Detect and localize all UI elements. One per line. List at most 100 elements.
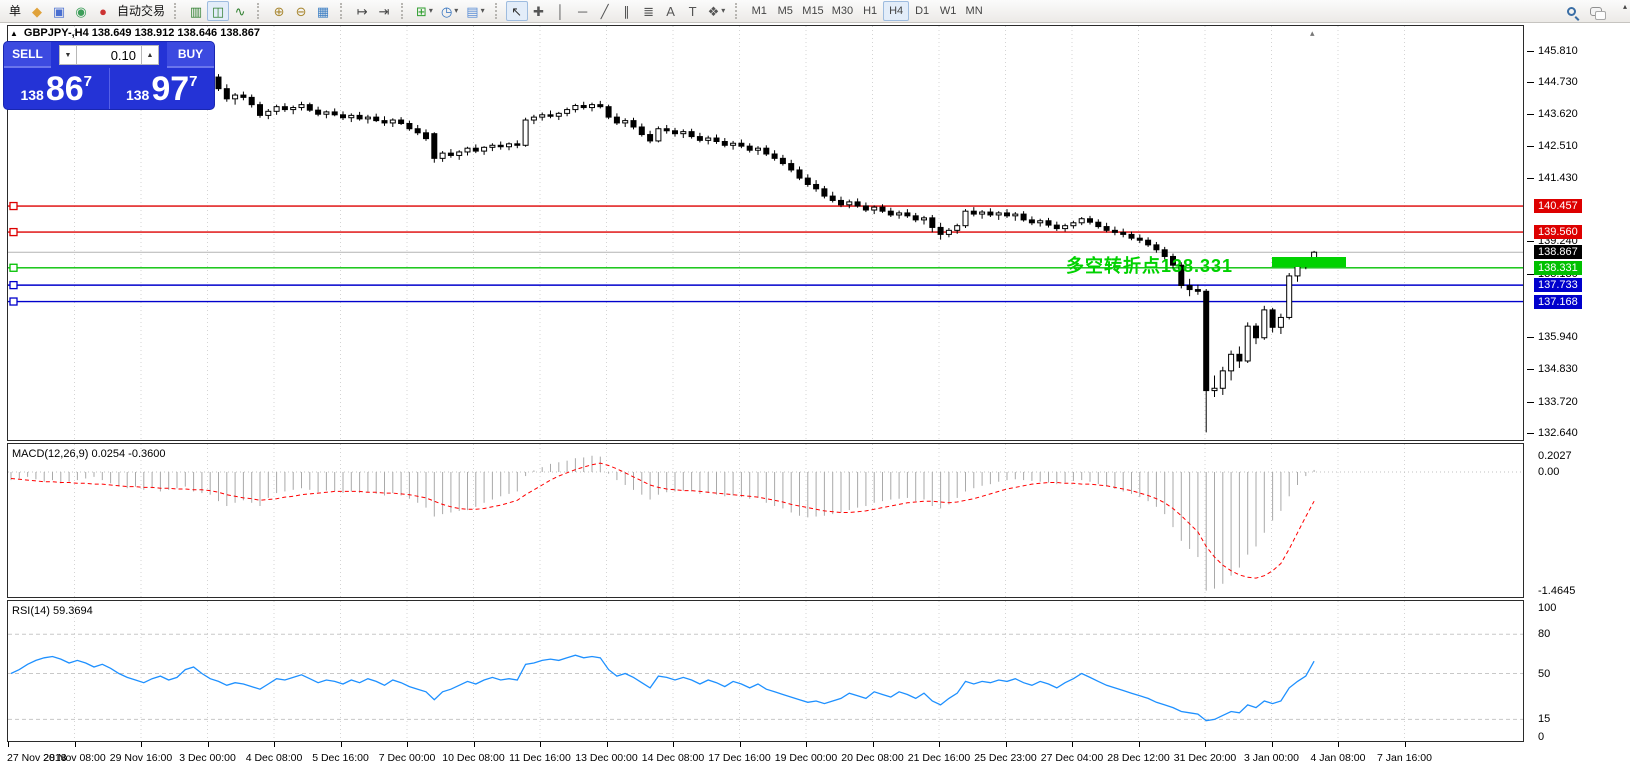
zoom-in-icon[interactable]: ⊕ bbox=[268, 1, 290, 21]
macd-panel[interactable]: MACD(12,26,9) 0.0254 -0.3600 bbox=[7, 443, 1524, 598]
volume-group: ▼ ▲ bbox=[51, 42, 167, 68]
autotrading-icon[interactable]: ● bbox=[92, 1, 114, 21]
candle-body bbox=[980, 212, 985, 214]
time-tick-mark bbox=[274, 742, 275, 747]
candle-body bbox=[341, 115, 346, 118]
volume-increase-button[interactable]: ▲ bbox=[141, 45, 159, 65]
price-tick-mark bbox=[1527, 82, 1534, 83]
trendline-icon[interactable]: ╱ bbox=[594, 1, 616, 21]
price-tick-mark bbox=[1527, 51, 1534, 52]
candle-body bbox=[1195, 290, 1200, 292]
annotation-box bbox=[1272, 257, 1346, 267]
text-icon[interactable]: A bbox=[660, 1, 682, 21]
candle-body bbox=[1029, 220, 1034, 223]
timeframe-m5[interactable]: M5 bbox=[772, 1, 798, 21]
candle-body bbox=[631, 121, 636, 127]
chart-window-icon[interactable]: ▣ bbox=[48, 1, 70, 21]
line-anchor-marker bbox=[10, 298, 17, 305]
rsi-chart[interactable] bbox=[8, 601, 1523, 741]
buy-price-big: 97 bbox=[151, 71, 189, 107]
timeframe-h1[interactable]: H1 bbox=[857, 1, 883, 21]
time-axis[interactable]: 27 Nov 201828 Nov 08:0029 Nov 16:003 Dec… bbox=[7, 742, 1524, 771]
new-order-icon[interactable]: ◆ bbox=[26, 1, 48, 21]
vertical-line-icon[interactable]: │ bbox=[550, 1, 572, 21]
timeframe-mn[interactable]: MN bbox=[961, 1, 987, 21]
price-line-label: 139.560 bbox=[1534, 225, 1582, 239]
price-tick-mark bbox=[1527, 337, 1534, 338]
volume-decrease-button[interactable]: ▼ bbox=[59, 45, 77, 65]
fibonacci-icon[interactable]: ≣ bbox=[638, 1, 660, 21]
candle-body bbox=[623, 121, 628, 123]
candle-body bbox=[531, 117, 536, 120]
candle-body bbox=[365, 117, 370, 119]
symbol-info-line: ▲ GBPJPY-,H4 138.649 138.912 138.646 138… bbox=[10, 27, 260, 39]
candle-body bbox=[731, 143, 736, 145]
channel-icon[interactable]: ∥ bbox=[616, 1, 638, 21]
timeframe-m30[interactable]: M30 bbox=[828, 1, 857, 21]
rsi-line bbox=[11, 655, 1314, 721]
time-tick-mark bbox=[208, 742, 209, 747]
arrows-icon[interactable]: ❖▾ bbox=[704, 1, 730, 21]
price-axis[interactable]: 145.810144.730143.620142.510141.430139.2… bbox=[1524, 25, 1630, 771]
tile-windows-icon[interactable]: ▦ bbox=[312, 1, 334, 21]
collapse-panel-icon[interactable]: ▲ bbox=[10, 29, 18, 38]
periods-icon-dropdown[interactable]: ▾ bbox=[454, 7, 458, 15]
candlestick-chart-icon[interactable]: ◫ bbox=[207, 1, 229, 21]
horizontal-line-icon[interactable]: ─ bbox=[572, 1, 594, 21]
cursor-icon[interactable]: ↖ bbox=[506, 1, 528, 21]
bar-chart-icon[interactable]: ▥ bbox=[185, 1, 207, 21]
candle-body bbox=[1146, 240, 1151, 245]
rsi-axis-label: 0 bbox=[1538, 731, 1544, 743]
time-tick-mark bbox=[740, 742, 741, 747]
time-tick-label: 7 Jan 16:00 bbox=[1365, 752, 1445, 764]
candle-body bbox=[855, 202, 860, 206]
candle-body bbox=[540, 115, 545, 117]
templates-icon[interactable]: ▤▾ bbox=[462, 1, 488, 21]
timeframe-h4[interactable]: H4 bbox=[883, 1, 909, 21]
candle-body bbox=[473, 148, 478, 151]
candle-body bbox=[565, 110, 570, 114]
sell-button[interactable]: SELL bbox=[4, 42, 51, 68]
indicators-icon[interactable]: ⊞▾ bbox=[412, 1, 437, 21]
price-chart-panel[interactable]: ▴ bbox=[7, 25, 1524, 441]
periods-icon[interactable]: ◷▾ bbox=[437, 1, 462, 21]
timeframe-d1[interactable]: D1 bbox=[909, 1, 935, 21]
rsi-panel[interactable]: RSI(14) 59.3694 bbox=[7, 600, 1524, 742]
candle-body bbox=[872, 207, 877, 210]
volume-input[interactable] bbox=[77, 45, 141, 65]
candle-body bbox=[772, 154, 777, 158]
crosshair-icon[interactable]: ✚ bbox=[528, 1, 550, 21]
candle-body bbox=[316, 110, 321, 114]
macd-chart[interactable] bbox=[8, 444, 1523, 597]
zoom-out-icon[interactable]: ⊖ bbox=[290, 1, 312, 21]
market-watch-icon[interactable]: ◉ bbox=[70, 1, 92, 21]
timeframe-w1[interactable]: W1 bbox=[935, 1, 961, 21]
chart-annotation-text[interactable]: 多空转折点138.331 bbox=[1066, 252, 1233, 278]
auto-scroll-icon[interactable]: ↦ bbox=[351, 1, 373, 21]
time-tick-mark bbox=[1272, 742, 1273, 747]
indicators-icon-dropdown[interactable]: ▾ bbox=[429, 7, 433, 15]
arrows-icon-dropdown[interactable]: ▾ bbox=[721, 7, 725, 15]
price-line-label: 138.331 bbox=[1534, 261, 1582, 275]
search-icon[interactable] bbox=[1567, 7, 1576, 16]
templates-icon-dropdown[interactable]: ▾ bbox=[481, 7, 485, 15]
candle-body bbox=[897, 213, 902, 215]
buy-price[interactable]: 138 97 7 bbox=[110, 68, 215, 109]
time-tick-mark bbox=[873, 742, 874, 747]
text-label-icon[interactable]: T bbox=[682, 1, 704, 21]
timeframe-m15[interactable]: M15 bbox=[798, 1, 827, 21]
candle-body bbox=[714, 138, 719, 141]
candle-body bbox=[1270, 310, 1275, 327]
candle-body bbox=[780, 158, 785, 163]
autotrading-label[interactable]: 自动交易 bbox=[114, 1, 168, 21]
price-chart[interactable]: ▴ bbox=[8, 26, 1523, 440]
candle-body bbox=[233, 95, 238, 99]
chat-icon[interactable] bbox=[1590, 7, 1602, 16]
buy-button[interactable]: BUY bbox=[167, 42, 214, 68]
sell-price[interactable]: 138 86 7 bbox=[4, 68, 110, 109]
toolbar-overflow-chevron[interactable]: ▴ bbox=[1623, 2, 1627, 11]
candle-body bbox=[590, 105, 595, 108]
line-chart-icon[interactable]: ∿ bbox=[229, 1, 251, 21]
chart-shift-icon[interactable]: ⇥ bbox=[373, 1, 395, 21]
timeframe-m1[interactable]: M1 bbox=[746, 1, 772, 21]
